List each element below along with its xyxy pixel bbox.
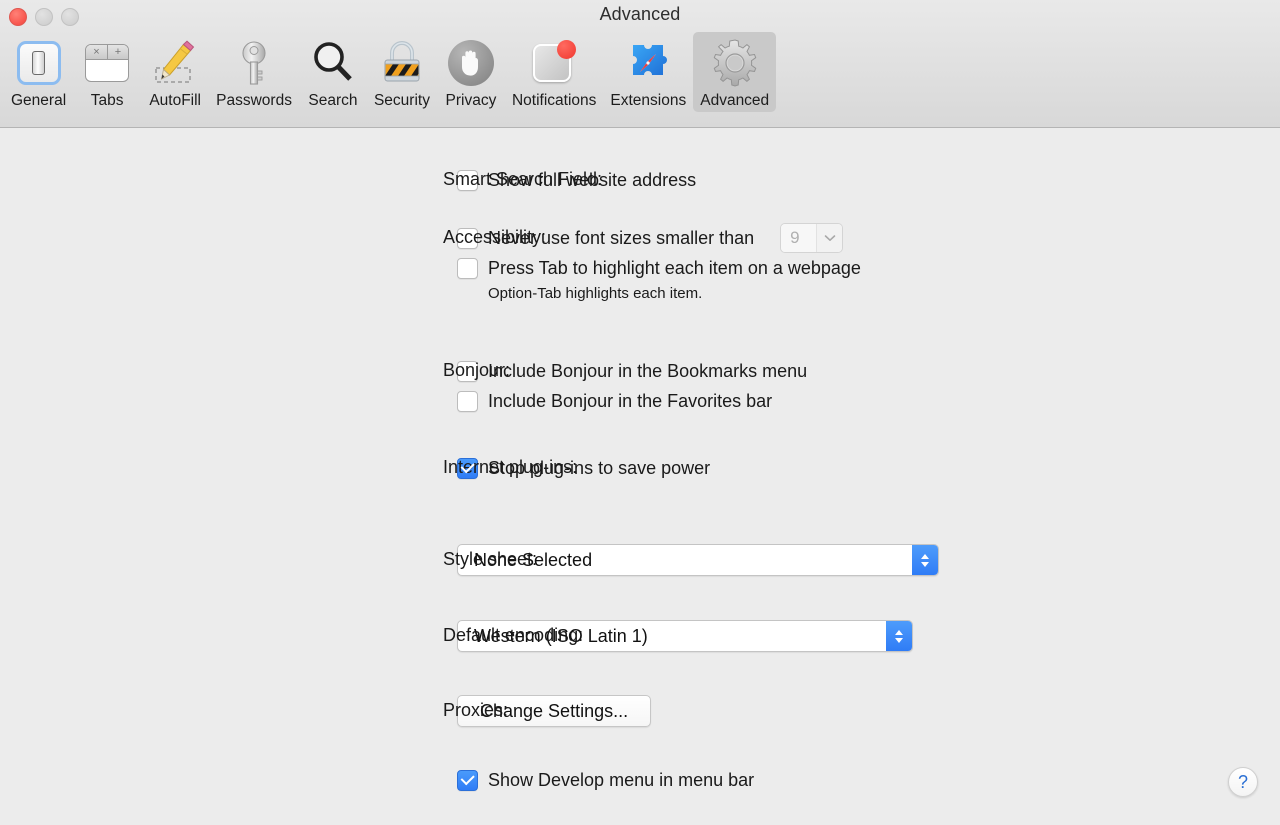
row-internet-plugins: Internet plug-ins: Stop plug-ins to save…: [443, 456, 710, 480]
toolbar-item-tabs-label: Tabs: [90, 92, 124, 109]
chevron-updown-icon: [912, 545, 938, 575]
window-titlebar: Advanced General × + Tabs AutoFill Passw…: [0, 0, 1280, 128]
tabs-icon-close-glyph: ×: [86, 45, 108, 59]
toolbar-item-autofill-label: AutoFill: [149, 92, 201, 109]
accessibility-label: Accessibility:: [443, 227, 547, 247]
tabs-icon: × +: [80, 36, 134, 90]
row-default-encoding: Default encoding: Western (ISO Latin 1): [443, 620, 913, 652]
toolbar-item-tabs[interactable]: × + Tabs: [73, 32, 141, 112]
help-button[interactable]: ?: [1228, 767, 1258, 797]
toolbar-item-autofill[interactable]: AutoFill: [141, 32, 209, 112]
bonjour-favorites-checkbox[interactable]: [457, 390, 478, 412]
magnifier-icon: [306, 36, 360, 90]
gear-icon: [708, 36, 762, 90]
bonjour-favorites-label: Include Bonjour in the Favorites bar: [488, 391, 773, 411]
toolbar-item-privacy-label: Privacy: [445, 92, 497, 109]
bonjour-bookmarks-label: Include Bonjour in the Bookmarks menu: [488, 361, 808, 381]
min-font-size-combobox[interactable]: 9: [780, 223, 844, 253]
hand-icon: [444, 36, 498, 90]
toolbar-item-notifications[interactable]: Notifications: [505, 32, 603, 112]
bonjour-label: Bonjour:: [443, 360, 510, 381]
toolbar-item-extensions[interactable]: Extensions: [603, 32, 693, 112]
show-develop-menu-checkbox-row[interactable]: Show Develop menu in menu bar: [457, 768, 754, 792]
chevron-down-icon: [816, 224, 843, 252]
toolbar-item-search-label: Search: [308, 92, 358, 109]
general-icon: [12, 36, 66, 90]
toolbar-item-passwords-label: Passwords: [216, 92, 292, 109]
row-style-sheet: Style sheet: None Selected: [443, 544, 939, 576]
toolbar-item-general-label: General: [11, 92, 67, 109]
toolbar-item-security[interactable]: Security: [367, 32, 437, 112]
internet-plugins-label: Internet plug-ins:: [443, 457, 578, 477]
chevron-updown-icon: [886, 621, 912, 651]
press-tab-highlight-checkbox-row[interactable]: Press Tab to highlight each item on a we…: [457, 256, 861, 280]
toolbar-item-notifications-label: Notifications: [511, 92, 597, 109]
toolbar-item-security-label: Security: [373, 92, 430, 109]
bonjour-favorites-checkbox-row[interactable]: Include Bonjour in the Favorites bar: [457, 389, 807, 413]
smart-search-field-label: Smart Search Field:: [443, 169, 603, 189]
press-tab-highlight-checkbox[interactable]: [457, 257, 478, 279]
press-tab-highlight-label: Press Tab to highlight each item on a we…: [488, 258, 861, 278]
pencil-icon: [148, 36, 202, 90]
show-develop-menu-label: Show Develop menu in menu bar: [488, 770, 755, 790]
toolbar-item-general[interactable]: General: [4, 32, 73, 112]
toolbar-item-advanced[interactable]: Advanced: [693, 32, 777, 112]
toolbar-item-extensions-label: Extensions: [610, 92, 687, 109]
window-title: Advanced: [599, 4, 681, 24]
notification-badge-icon: [527, 36, 581, 90]
padlock-icon: [375, 36, 429, 90]
style-sheet-label: Style sheet:: [443, 549, 537, 570]
min-font-size-value: 9: [781, 224, 817, 252]
toolbar-item-advanced-label: Advanced: [700, 92, 770, 109]
preferences-toolbar: General × + Tabs AutoFill Passwords Sear…: [4, 32, 777, 112]
key-icon: [227, 36, 281, 90]
default-encoding-label: Default encoding:: [443, 625, 583, 646]
row-bonjour: Bonjour: Include Bonjour in the Bookmark…: [443, 359, 808, 413]
proxies-label: Proxies:: [443, 700, 508, 721]
row-develop-menu: Show Develop menu in menu bar: [457, 768, 754, 792]
row-accessibility: Accessibility: Never use font sizes smal…: [443, 223, 861, 302]
tabs-icon-add-glyph: +: [114, 45, 122, 58]
puzzle-compass-icon: [621, 36, 675, 90]
advanced-preferences-pane: Smart Search Field: Show full website ad…: [0, 128, 1280, 825]
show-develop-menu-checkbox[interactable]: [457, 769, 478, 791]
toolbar-item-passwords[interactable]: Passwords: [209, 32, 299, 112]
option-tab-hint: Option-Tab highlights each item.: [488, 285, 703, 302]
row-smart-search-field: Smart Search Field: Show full website ad…: [443, 168, 696, 192]
toolbar-item-privacy[interactable]: Privacy: [437, 32, 505, 112]
toolbar-item-search[interactable]: Search: [299, 32, 367, 112]
row-proxies: Proxies: Change Settings...: [443, 695, 652, 727]
